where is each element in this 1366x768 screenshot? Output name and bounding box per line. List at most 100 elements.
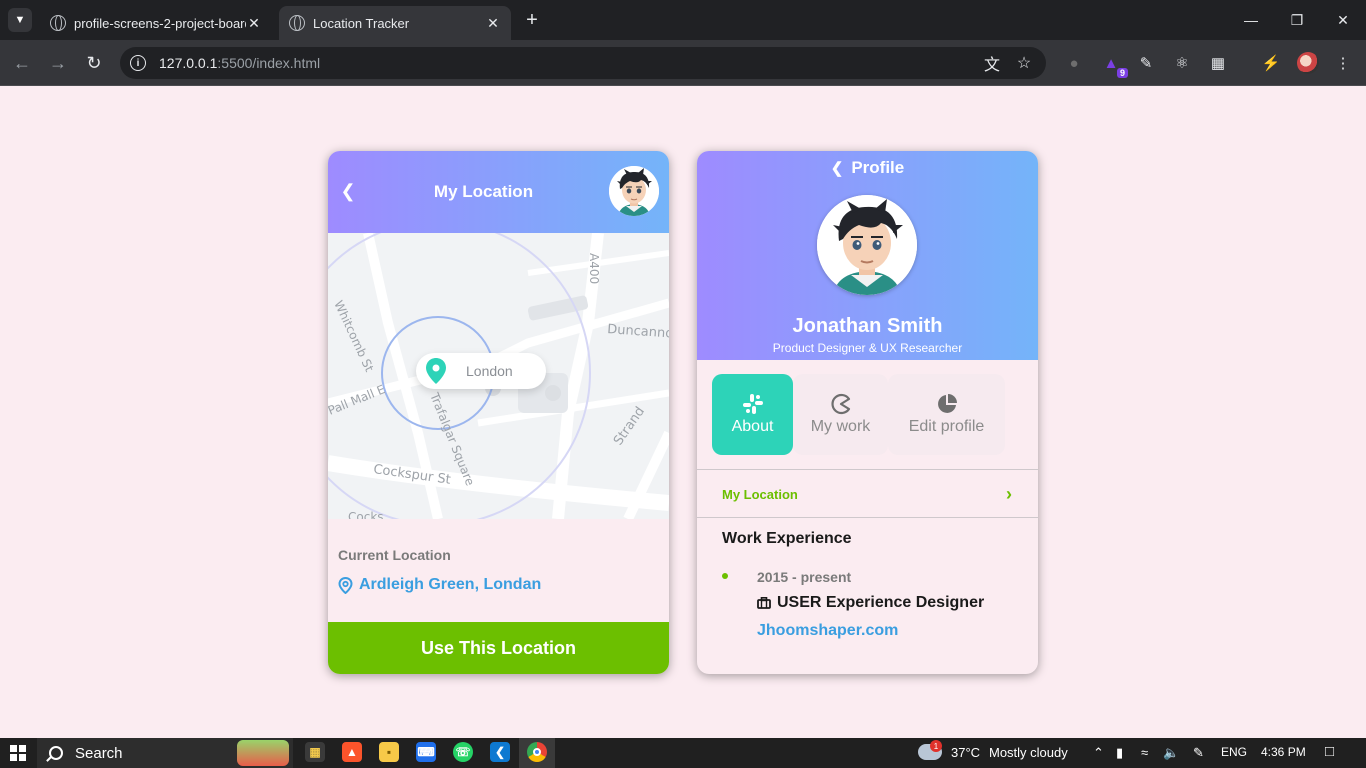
- map-street-label: Cocks: [348, 510, 384, 519]
- chevron-down-icon: ▼: [14, 14, 26, 26]
- location-header: ❮ My Location: [328, 151, 669, 233]
- clock-time[interactable]: 4:36 PM: [1261, 745, 1306, 759]
- current-location-text: Ardleigh Green, Londan: [359, 576, 542, 593]
- map-pin-callout[interactable]: London: [416, 353, 546, 389]
- wifi-icon[interactable]: ≈: [1141, 745, 1148, 760]
- location-marker-icon: [338, 576, 353, 594]
- company-link[interactable]: Jhoomshaper.com: [757, 622, 898, 640]
- map-street-label: A400: [587, 253, 601, 284]
- url-path: :5500/index.html: [217, 55, 321, 71]
- work-experience-title: Work Experience: [722, 530, 852, 547]
- file-explorer-icon[interactable]: ▪: [379, 742, 399, 762]
- star-icon[interactable]: ☆: [1014, 53, 1034, 73]
- tab-title: profile-screens-2-project-board: [74, 15, 246, 31]
- chevron-up-icon[interactable]: ⌃: [1093, 745, 1104, 761]
- performance-icon[interactable]: ⚡: [1260, 52, 1282, 74]
- tab-search-dropdown[interactable]: ▼: [8, 8, 32, 32]
- url-host: 127.0.0.1: [159, 55, 218, 71]
- url-text[interactable]: 127.0.0.1:5500/index.html: [159, 55, 320, 71]
- tab-label: About: [731, 418, 774, 435]
- vscode-icon[interactable]: ❮: [490, 742, 510, 762]
- more-menu-icon[interactable]: ⋮: [1332, 52, 1354, 74]
- slack-icon: [742, 394, 763, 414]
- location-title: My Location: [433, 182, 534, 201]
- search-highlight-image: [237, 740, 289, 766]
- browser-toolbar: ← → ↻ i 127.0.0.1:5500/index.html 文 ☆ ● …: [0, 40, 1366, 86]
- globe-icon: [289, 15, 305, 31]
- profile-tabs: About My work Edit profile: [712, 374, 1005, 455]
- close-tab-icon[interactable]: ✕: [485, 15, 501, 32]
- work-period: 2015 - present: [757, 569, 852, 585]
- current-location-label: Current Location: [338, 547, 451, 563]
- search-placeholder: Search: [75, 744, 123, 762]
- volume-muted-icon[interactable]: 🔈: [1163, 745, 1179, 761]
- use-location-button[interactable]: Use This Location: [328, 622, 669, 674]
- windows-taskbar: Search ▦ ▲ ▪ ⌨ ☏ ❮ 1 37°C Mostly cloudy …: [0, 738, 1366, 768]
- extension-icon[interactable]: ●: [1063, 52, 1085, 74]
- address-bar[interactable]: i 127.0.0.1:5500/index.html 文 ☆: [120, 47, 1046, 79]
- new-tab-button[interactable]: +: [520, 8, 544, 32]
- language-indicator[interactable]: ENG: [1221, 745, 1247, 759]
- my-location-label: My Location: [722, 487, 798, 502]
- reload-icon[interactable]: ↻: [82, 51, 106, 75]
- weather-alert-badge: 1: [930, 740, 942, 752]
- battery-icon[interactable]: ▮: [1116, 745, 1123, 761]
- divider: [697, 517, 1038, 518]
- search-icon: [49, 746, 63, 760]
- color-picker-icon[interactable]: ✎: [1135, 52, 1157, 74]
- minimize-button[interactable]: —: [1228, 0, 1274, 40]
- notification-icon[interactable]: □: [1325, 743, 1334, 760]
- back-arrow-icon[interactable]: ←: [10, 51, 34, 75]
- pie-chart-icon: [937, 394, 957, 413]
- tab-my-work[interactable]: My work: [793, 374, 888, 455]
- map-pin-icon: [426, 358, 446, 384]
- restore-button[interactable]: ❐: [1274, 0, 1320, 40]
- taskbar-search[interactable]: Search: [37, 738, 293, 768]
- tab-title: Location Tracker: [313, 15, 410, 31]
- brave-browser-icon[interactable]: ▲: [342, 742, 362, 762]
- back-chevron-icon[interactable]: ❮: [831, 160, 844, 177]
- windows-start-icon[interactable]: [10, 745, 26, 761]
- profile-heading-text: Profile: [851, 158, 905, 177]
- profile-header: ❮ Profile Jonathan Smith Product Designer…: [697, 151, 1038, 360]
- current-location-value[interactable]: Ardleigh Green, Londan: [338, 576, 541, 594]
- chevron-right-icon: ›: [1006, 484, 1012, 504]
- pen-icon[interactable]: ✎: [1193, 745, 1204, 761]
- profile-card: ❮ Profile Jonathan Smith Product Designer…: [697, 151, 1038, 674]
- avatar-illustration: [817, 195, 917, 295]
- avatar-illustration: [609, 166, 659, 216]
- site-info-icon[interactable]: i: [130, 55, 146, 71]
- browser-profile-avatar[interactable]: [1297, 52, 1319, 74]
- profile-heading[interactable]: ❮ Profile: [697, 158, 1038, 178]
- extension-badge: 9: [1116, 68, 1128, 78]
- browser-tab-active[interactable]: Location Tracker ✕: [279, 6, 511, 40]
- profile-role: Product Designer & UX Researcher: [772, 341, 963, 355]
- tab-about[interactable]: About: [712, 374, 793, 455]
- chrome-icon[interactable]: [527, 742, 547, 762]
- browser-tab-bar: ▼ profile-screens-2-project-board ✕ Loca…: [0, 0, 1366, 40]
- avatar[interactable]: [609, 166, 659, 216]
- keyboard-app-icon[interactable]: ⌨: [416, 742, 436, 762]
- whatsapp-icon[interactable]: ☏: [453, 742, 473, 762]
- translate-icon[interactable]: 文: [982, 53, 1002, 74]
- close-window-button[interactable]: ✕: [1320, 0, 1366, 40]
- forward-arrow-icon[interactable]: →: [46, 51, 70, 75]
- profile-avatar: [817, 195, 917, 295]
- location-map[interactable]: A400 Whitcomb St Duncanno Pall Mall E Tr…: [328, 233, 669, 519]
- weather-temperature[interactable]: 37°C: [951, 745, 980, 760]
- puzzle-icon[interactable]: ▦: [1207, 52, 1229, 74]
- globe-icon: [50, 15, 66, 31]
- extension-icon[interactable]: ▲ 9: [1100, 52, 1128, 78]
- job-title-text: USER Experience Designer: [777, 594, 985, 611]
- browser-tab[interactable]: profile-screens-2-project-board ✕: [40, 6, 272, 40]
- task-view-icon[interactable]: ▦: [305, 742, 325, 762]
- weather-description[interactable]: Mostly cloudy: [989, 745, 1068, 760]
- timeline-bullet: [722, 573, 728, 579]
- work-job-title: USER Experience Designer: [757, 594, 984, 612]
- react-icon[interactable]: ⚛: [1171, 52, 1193, 74]
- close-tab-icon[interactable]: ✕: [246, 15, 262, 32]
- my-location-link[interactable]: My Location ›: [722, 484, 1012, 505]
- divider: [697, 469, 1038, 470]
- briefcase-icon: [757, 597, 771, 609]
- tab-edit-profile[interactable]: Edit profile: [888, 374, 1005, 455]
